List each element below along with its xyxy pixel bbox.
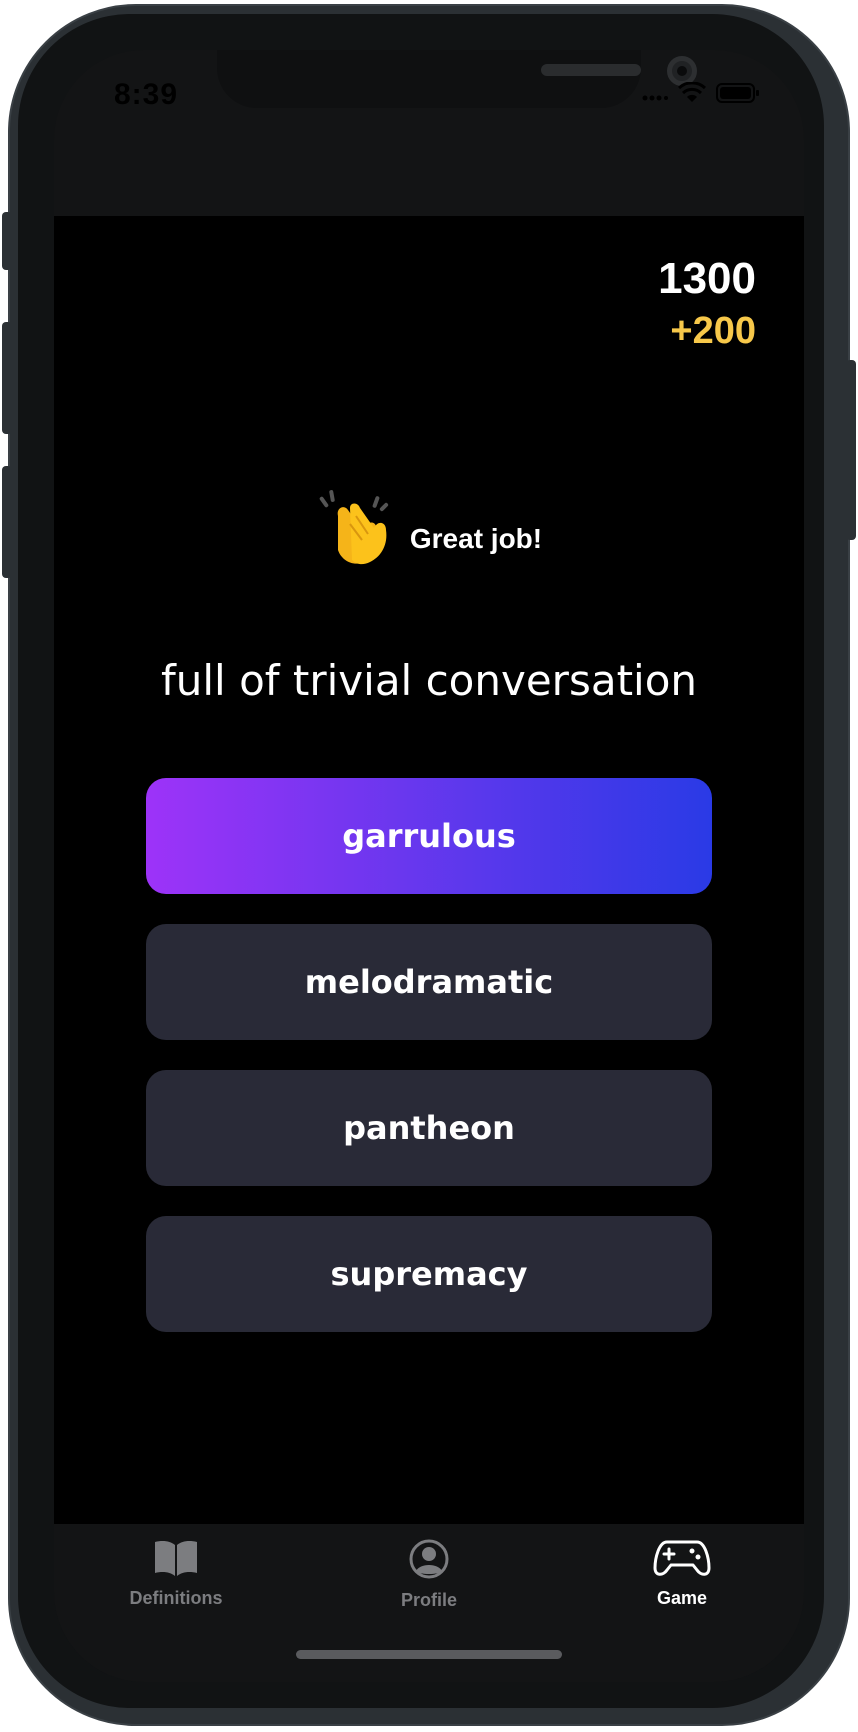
status-icons	[642, 81, 760, 108]
definition-prompt: full of trivial conversation	[160, 656, 698, 705]
gamepad-icon	[653, 1538, 711, 1582]
power-button	[846, 360, 856, 540]
home-indicator[interactable]	[296, 1650, 562, 1659]
tab-profile-label: Profile	[400, 1590, 457, 1610]
volume-up-button	[2, 322, 12, 434]
bonus-points: +200	[670, 310, 756, 352]
feedback-message: Great job!	[54, 486, 804, 574]
clapping-hands-icon	[316, 486, 400, 574]
notch	[217, 50, 697, 108]
feedback-text: Great job!	[409, 523, 543, 554]
side-button	[2, 212, 12, 270]
status-time: 8:39	[114, 78, 179, 111]
volume-down-button	[2, 466, 12, 578]
wifi-icon	[677, 81, 707, 108]
tab-profile[interactable]: Profile	[339, 1538, 519, 1628]
answer-option-3[interactable]: pantheon	[146, 1070, 712, 1186]
tab-game-label: Game	[656, 1588, 708, 1608]
tab-definitions-label: Definitions	[129, 1588, 223, 1608]
battery-icon	[716, 82, 760, 108]
tab-definitions[interactable]: Definitions	[86, 1538, 266, 1628]
profile-icon	[408, 1538, 450, 1584]
answer-option-2[interactable]: melodramatic	[146, 924, 712, 1040]
screen: 8:39 1300 +200 Great job! full of trivia…	[54, 50, 804, 1682]
speaker	[541, 64, 641, 76]
tab-game[interactable]: Game	[592, 1538, 772, 1628]
signal-icon	[642, 86, 668, 105]
answer-option-1[interactable]: garrulous	[146, 778, 712, 894]
game-screen: 1300 +200 Great job! full of trivial con…	[54, 216, 804, 1524]
book-icon	[153, 1538, 199, 1582]
score-value: 1300	[658, 254, 756, 303]
answer-option-4[interactable]: supremacy	[146, 1216, 712, 1332]
